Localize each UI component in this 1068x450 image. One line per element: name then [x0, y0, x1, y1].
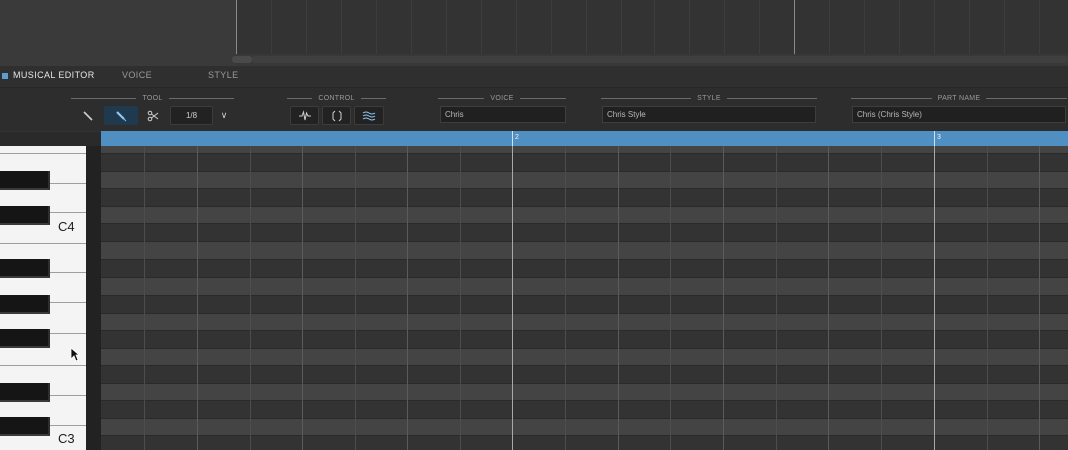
tool-group-label: TOOL — [71, 95, 235, 102]
note-grid[interactable] — [101, 146, 1068, 450]
tab-voice[interactable]: VOICE — [122, 70, 152, 80]
part-name-group-label: PART NAME — [851, 95, 1068, 102]
overview-timeline[interactable] — [236, 0, 1068, 54]
editor-tab-bar: MUSICAL EDITOR VOICE STYLE — [0, 66, 1068, 88]
style-group-label: STYLE — [601, 95, 817, 102]
black-key[interactable] — [0, 259, 50, 278]
overview-scroll-handle[interactable] — [232, 56, 252, 63]
waves-icon — [362, 111, 376, 120]
line-tool-icon — [83, 110, 93, 121]
overview-track-header — [0, 0, 236, 66]
line-tool-button[interactable] — [78, 106, 98, 125]
ruler-corner — [0, 131, 101, 146]
tab-musical-editor[interactable]: MUSICAL EDITOR — [13, 70, 95, 80]
mouse-cursor-icon — [70, 347, 80, 362]
bracket-icon — [332, 110, 341, 121]
quantize-dropdown-button[interactable]: ∨ — [216, 106, 232, 125]
quantize-value[interactable]: 1/8 — [170, 106, 213, 125]
overview-scrollbar[interactable] — [252, 56, 1068, 63]
black-key[interactable] — [0, 295, 50, 314]
vibrato-icon — [298, 109, 311, 120]
voice-field[interactable]: Chris — [440, 106, 566, 123]
black-key[interactable] — [0, 171, 50, 190]
pencil-tool-button[interactable] — [104, 106, 138, 125]
tab-style[interactable]: STYLE — [208, 70, 239, 80]
arrange-overview — [0, 0, 1068, 66]
keyboard-divider — [86, 146, 101, 450]
black-key[interactable] — [0, 329, 50, 348]
timeline-ruler[interactable]: 2 3 — [101, 131, 1068, 146]
pencil-tool-icon — [116, 110, 127, 121]
black-key[interactable] — [0, 383, 50, 402]
waves-button[interactable] — [354, 106, 384, 125]
editor-toolbar: TOOL 1/8 ∨ CONTROL VOICE Chris STYLE Chr… — [0, 88, 1068, 131]
black-key[interactable] — [0, 206, 50, 225]
control-group-label: CONTROL — [287, 95, 387, 102]
voice-group-label: VOICE — [438, 95, 567, 102]
key-label-c3: C3 — [58, 431, 75, 446]
active-tab-indicator-icon — [2, 73, 8, 79]
bar-number-3: 3 — [937, 134, 941, 141]
part-name-field[interactable]: Chris (Chris Style) — [852, 106, 1066, 123]
musical-editor-window: MUSICAL EDITOR VOICE STYLE TOOL 1/8 ∨ CO… — [0, 0, 1068, 450]
key-label-c4: C4 — [58, 219, 75, 234]
black-key[interactable] — [0, 417, 50, 436]
bar-number-2: 2 — [515, 134, 519, 141]
piano-keyboard[interactable]: C4 C3 — [0, 146, 86, 450]
scissors-tool-button[interactable] — [143, 106, 163, 125]
scissors-tool-icon — [147, 110, 159, 121]
pitch-bracket-button[interactable] — [322, 106, 351, 125]
style-field[interactable]: Chris Style — [602, 106, 816, 123]
vibrato-button[interactable] — [290, 106, 319, 125]
